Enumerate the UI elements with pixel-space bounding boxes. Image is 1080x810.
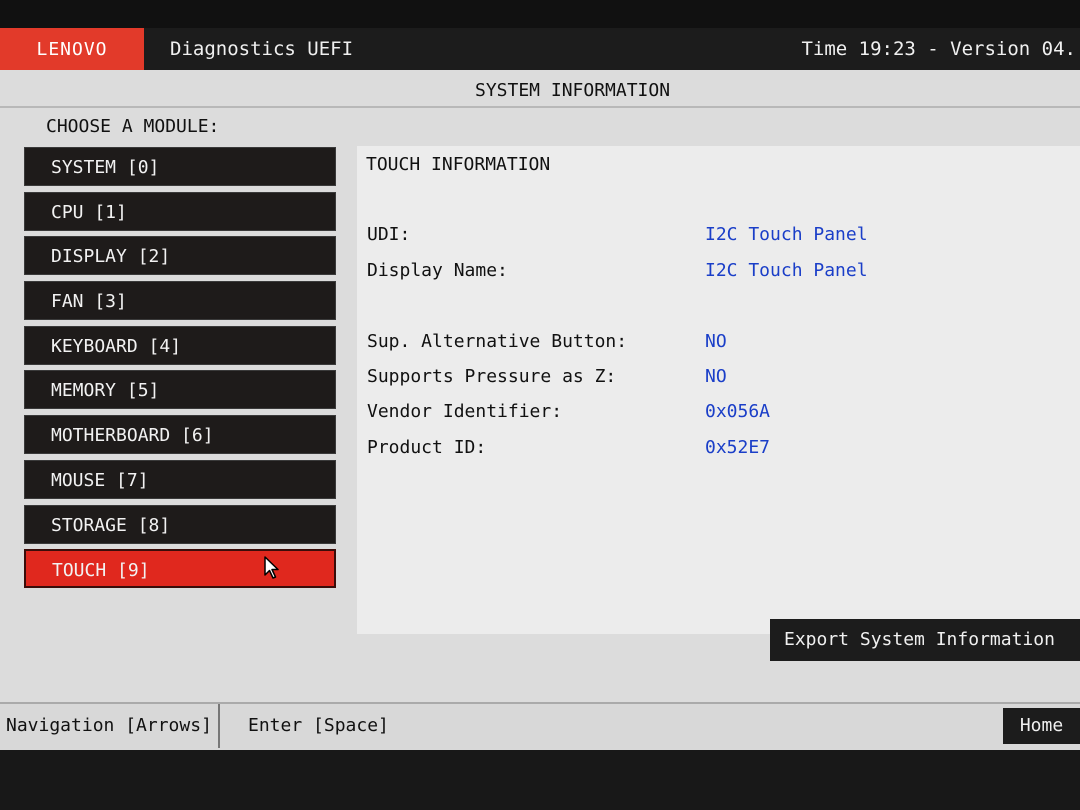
enter-hint: Enter [Space] xyxy=(248,715,389,736)
footer-bar: Navigation [Arrows] Enter [Space] Home xyxy=(0,702,1080,750)
info-row-pressure: Supports Pressure as Z: NO xyxy=(367,366,1067,392)
module-list: SYSTEM [0] CPU [1] DISPLAY [2] FAN [3] K… xyxy=(24,147,336,594)
module-mouse[interactable]: MOUSE [7] xyxy=(24,459,336,499)
navigation-hint: Navigation [Arrows] xyxy=(0,704,220,748)
module-cpu[interactable]: CPU [1] xyxy=(24,191,336,231)
info-value: NO xyxy=(705,331,727,352)
info-value: 0x056A xyxy=(705,401,771,422)
home-button[interactable]: Home xyxy=(1003,708,1080,744)
info-row-display-name: Display Name: I2C Touch Panel xyxy=(367,260,1067,286)
info-row-product-id: Product ID: 0x52E7 xyxy=(367,437,1067,463)
section-divider xyxy=(0,106,1080,108)
module-motherboard[interactable]: MOTHERBOARD [6] xyxy=(24,415,336,455)
choose-module-label: CHOOSE A MODULE: xyxy=(46,116,220,137)
info-key: Sup. Alternative Button: xyxy=(367,331,628,352)
info-key: Product ID: xyxy=(367,437,487,458)
info-panel: TOUCH INFORMATION UDI: I2C Touch Panel D… xyxy=(357,146,1080,634)
module-keyboard[interactable]: KEYBOARD [4] xyxy=(24,325,336,365)
info-key: UDI: xyxy=(367,224,411,245)
info-value: 0x52E7 xyxy=(705,437,771,458)
top-bar: LENOVO Diagnostics UEFI Time 19:23 - Ver… xyxy=(0,28,1080,70)
info-value: I2C Touch Panel xyxy=(705,260,868,281)
module-touch-selected[interactable]: TOUCH [9] xyxy=(24,549,336,589)
module-storage[interactable]: STORAGE [8] xyxy=(24,504,336,544)
export-system-information-button[interactable]: Export System Information xyxy=(770,619,1080,661)
module-system[interactable]: SYSTEM [0] xyxy=(24,147,336,186)
info-key: Vendor Identifier: xyxy=(367,401,563,422)
app-title: Diagnostics UEFI xyxy=(170,38,354,60)
module-fan[interactable]: FAN [3] xyxy=(24,281,336,321)
section-title: SYSTEM INFORMATION xyxy=(475,80,671,101)
module-display[interactable]: DISPLAY [2] xyxy=(24,236,336,276)
info-row-alt-button: Sup. Alternative Button: NO xyxy=(367,331,1067,357)
info-title: TOUCH INFORMATION xyxy=(366,154,551,175)
time-version-readout: Time 19:23 - Version 04. xyxy=(801,38,1076,60)
info-value: NO xyxy=(705,366,727,387)
monitor-bezel-bottom xyxy=(0,750,1080,810)
info-key: Display Name: xyxy=(367,260,508,281)
info-row-vendor: Vendor Identifier: 0x056A xyxy=(367,401,1067,427)
uefi-screen: LENOVO Diagnostics UEFI Time 19:23 - Ver… xyxy=(0,28,1080,750)
info-key: Supports Pressure as Z: xyxy=(367,366,617,387)
module-memory[interactable]: MEMORY [5] xyxy=(24,370,336,410)
mouse-pointer-icon xyxy=(264,556,282,584)
brand-logo: LENOVO xyxy=(0,28,144,70)
info-row-udi: UDI: I2C Touch Panel xyxy=(367,224,1067,250)
monitor-bezel-top xyxy=(0,0,1080,28)
info-value: I2C Touch Panel xyxy=(705,224,868,245)
